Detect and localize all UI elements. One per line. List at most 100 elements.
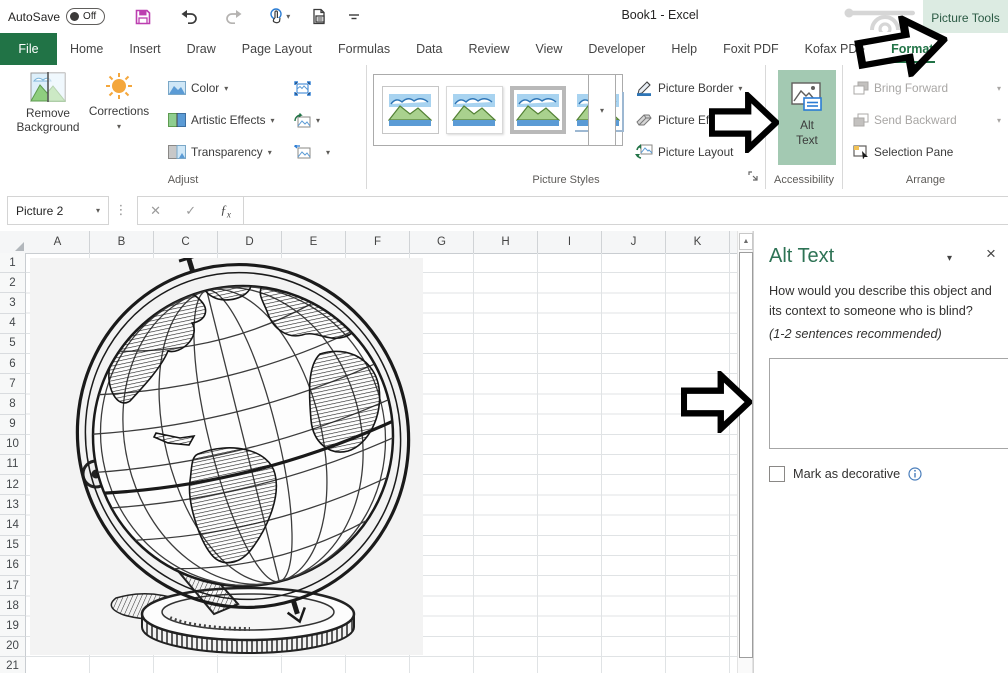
tab-file[interactable]: File — [0, 33, 57, 65]
column-header-D[interactable]: D — [218, 231, 282, 253]
picture-style-thumbnail-1[interactable] — [382, 86, 439, 134]
column-header-A[interactable]: A — [26, 231, 90, 253]
tab-view[interactable]: View — [522, 33, 575, 65]
enter-button[interactable]: ✓ — [185, 203, 196, 219]
remove-background-button[interactable]: Remove Background — [6, 72, 90, 134]
ribbon-group-picture-styles: ▾ Picture Border ▾ Picture Effects ▾ — [367, 65, 766, 189]
undo-button[interactable] — [169, 2, 209, 32]
vertical-scrollbar[interactable]: ▲ — [737, 231, 753, 673]
tab-review[interactable]: Review — [455, 33, 522, 65]
column-header-H[interactable]: H — [474, 231, 538, 253]
save-button[interactable] — [123, 2, 163, 32]
row-header-2[interactable]: 2 — [0, 273, 26, 293]
remove-background-label: Remove Background — [9, 106, 87, 134]
bring-forward-caret-icon: ▾ — [997, 84, 1001, 93]
mark-decorative-checkbox[interactable] — [769, 466, 785, 482]
row-header-15[interactable]: 15 — [0, 536, 26, 556]
picture-style-thumbnail-2[interactable] — [446, 86, 503, 134]
print-preview-button[interactable] — [299, 2, 339, 32]
arrange-group-label: Arrange — [843, 174, 1008, 186]
picture-styles-group-label: Picture Styles — [367, 174, 765, 186]
row-header-1[interactable]: 1 — [0, 253, 26, 273]
globe-picture[interactable] — [30, 258, 423, 655]
column-header-J[interactable]: J — [602, 231, 666, 253]
row-header-17[interactable]: 17 — [0, 576, 26, 596]
transparency-label: Transparency — [191, 145, 263, 159]
tab-page-layout[interactable]: Page Layout — [229, 33, 325, 65]
row-header-6[interactable]: 6 — [0, 354, 26, 374]
customize-qat-button[interactable] — [339, 2, 369, 32]
column-header-E[interactable]: E — [282, 231, 346, 253]
row-header-14[interactable]: 14 — [0, 515, 26, 535]
column-header-G[interactable]: G — [410, 231, 474, 253]
transparency-button[interactable]: Transparency ▾ — [168, 141, 272, 163]
column-header-C[interactable]: C — [154, 231, 218, 253]
alt-text-button-label: Alt Text — [792, 118, 822, 149]
column-header-I[interactable]: I — [538, 231, 602, 253]
row-header-5[interactable]: 5 — [0, 334, 26, 354]
color-button[interactable]: Color ▾ — [168, 77, 228, 99]
row-header-18[interactable]: 18 — [0, 596, 26, 616]
picture-styles-more-button[interactable]: ▾ — [588, 74, 616, 146]
row-header-12[interactable]: 12 — [0, 475, 26, 495]
row-header-4[interactable]: 4 — [0, 314, 26, 334]
tab-foxit-pdf[interactable]: Foxit PDF — [710, 33, 792, 65]
row-header-19[interactable]: 19 — [0, 616, 26, 636]
autosave-toggle[interactable]: AutoSave Off — [8, 8, 105, 25]
info-icon[interactable] — [908, 467, 922, 481]
tab-help[interactable]: Help — [658, 33, 710, 65]
ribbon: Remove Background Corrections ▾ — [0, 65, 1008, 191]
row-header-10[interactable]: 10 — [0, 435, 26, 455]
gallery-more-caret-icon: ▾ — [600, 106, 604, 115]
alt-text-button[interactable]: Alt Text — [778, 70, 836, 165]
tab-home[interactable]: Home — [57, 33, 116, 65]
quick-access-toolbar: AutoSave Off — [8, 0, 369, 33]
formula-input[interactable] — [243, 196, 1008, 225]
tab-developer[interactable]: Developer — [575, 33, 658, 65]
row-header-11[interactable]: 11 — [0, 455, 26, 475]
reset-picture-button[interactable]: ▾ — [294, 141, 330, 163]
column-header-K[interactable]: K — [666, 231, 730, 253]
formula-bar-splitter[interactable]: ⋮ — [115, 197, 127, 222]
tab-data[interactable]: Data — [403, 33, 455, 65]
autosave-pill[interactable]: Off — [66, 8, 105, 25]
remove-background-icon — [30, 72, 66, 102]
row-header-8[interactable]: 8 — [0, 394, 26, 414]
row-header-16[interactable]: 16 — [0, 556, 26, 576]
artistic-effects-button[interactable]: Artistic Effects ▾ — [168, 109, 275, 131]
row-header-7[interactable]: 7 — [0, 374, 26, 394]
compress-picture-button[interactable] — [294, 77, 311, 99]
tabs-container: HomeInsertDrawPage LayoutFormulasDataRev… — [57, 33, 946, 65]
scroll-up-button[interactable]: ▲ — [739, 233, 753, 250]
corrections-button[interactable]: Corrections ▾ — [92, 72, 146, 131]
row-header-3[interactable]: 3 — [0, 293, 26, 313]
send-backward-caret-icon: ▾ — [997, 116, 1001, 125]
select-all-corner[interactable] — [0, 231, 27, 254]
send-backward-icon — [853, 113, 869, 127]
mark-decorative-row: Mark as decorative — [769, 466, 922, 482]
picture-style-thumbnail-3[interactable] — [510, 86, 567, 134]
scrollbar-thumb[interactable] — [739, 252, 753, 658]
selection-pane-button[interactable]: Selection Pane — [853, 141, 953, 163]
tab-formulas[interactable]: Formulas — [325, 33, 403, 65]
cancel-button[interactable]: ✕ — [150, 203, 161, 219]
touch-mouse-mode-button[interactable]: ▾ — [259, 2, 299, 32]
pane-close-icon[interactable]: × — [986, 245, 996, 262]
row-header-21[interactable]: 21 — [0, 657, 26, 673]
change-picture-button[interactable]: ▾ — [294, 109, 320, 131]
column-header-B[interactable]: B — [90, 231, 154, 253]
row-header-9[interactable]: 9 — [0, 415, 26, 435]
row-header-13[interactable]: 13 — [0, 495, 26, 515]
column-header-F[interactable]: F — [346, 231, 410, 253]
insert-function-button[interactable]: ƒx — [220, 202, 231, 220]
picture-styles-gallery[interactable] — [373, 74, 623, 146]
tab-draw[interactable]: Draw — [174, 33, 229, 65]
pane-options-chevron-icon[interactable]: ▾ — [947, 253, 952, 264]
redo-button[interactable] — [214, 2, 254, 32]
touch-mode-caret-icon: ▾ — [286, 12, 290, 21]
tab-insert[interactable]: Insert — [116, 33, 173, 65]
name-box-caret-icon[interactable]: ▾ — [96, 206, 100, 215]
row-header-20[interactable]: 20 — [0, 637, 26, 657]
alt-text-textarea[interactable] — [769, 358, 1008, 449]
name-box[interactable]: Picture 2 ▾ — [7, 196, 109, 225]
